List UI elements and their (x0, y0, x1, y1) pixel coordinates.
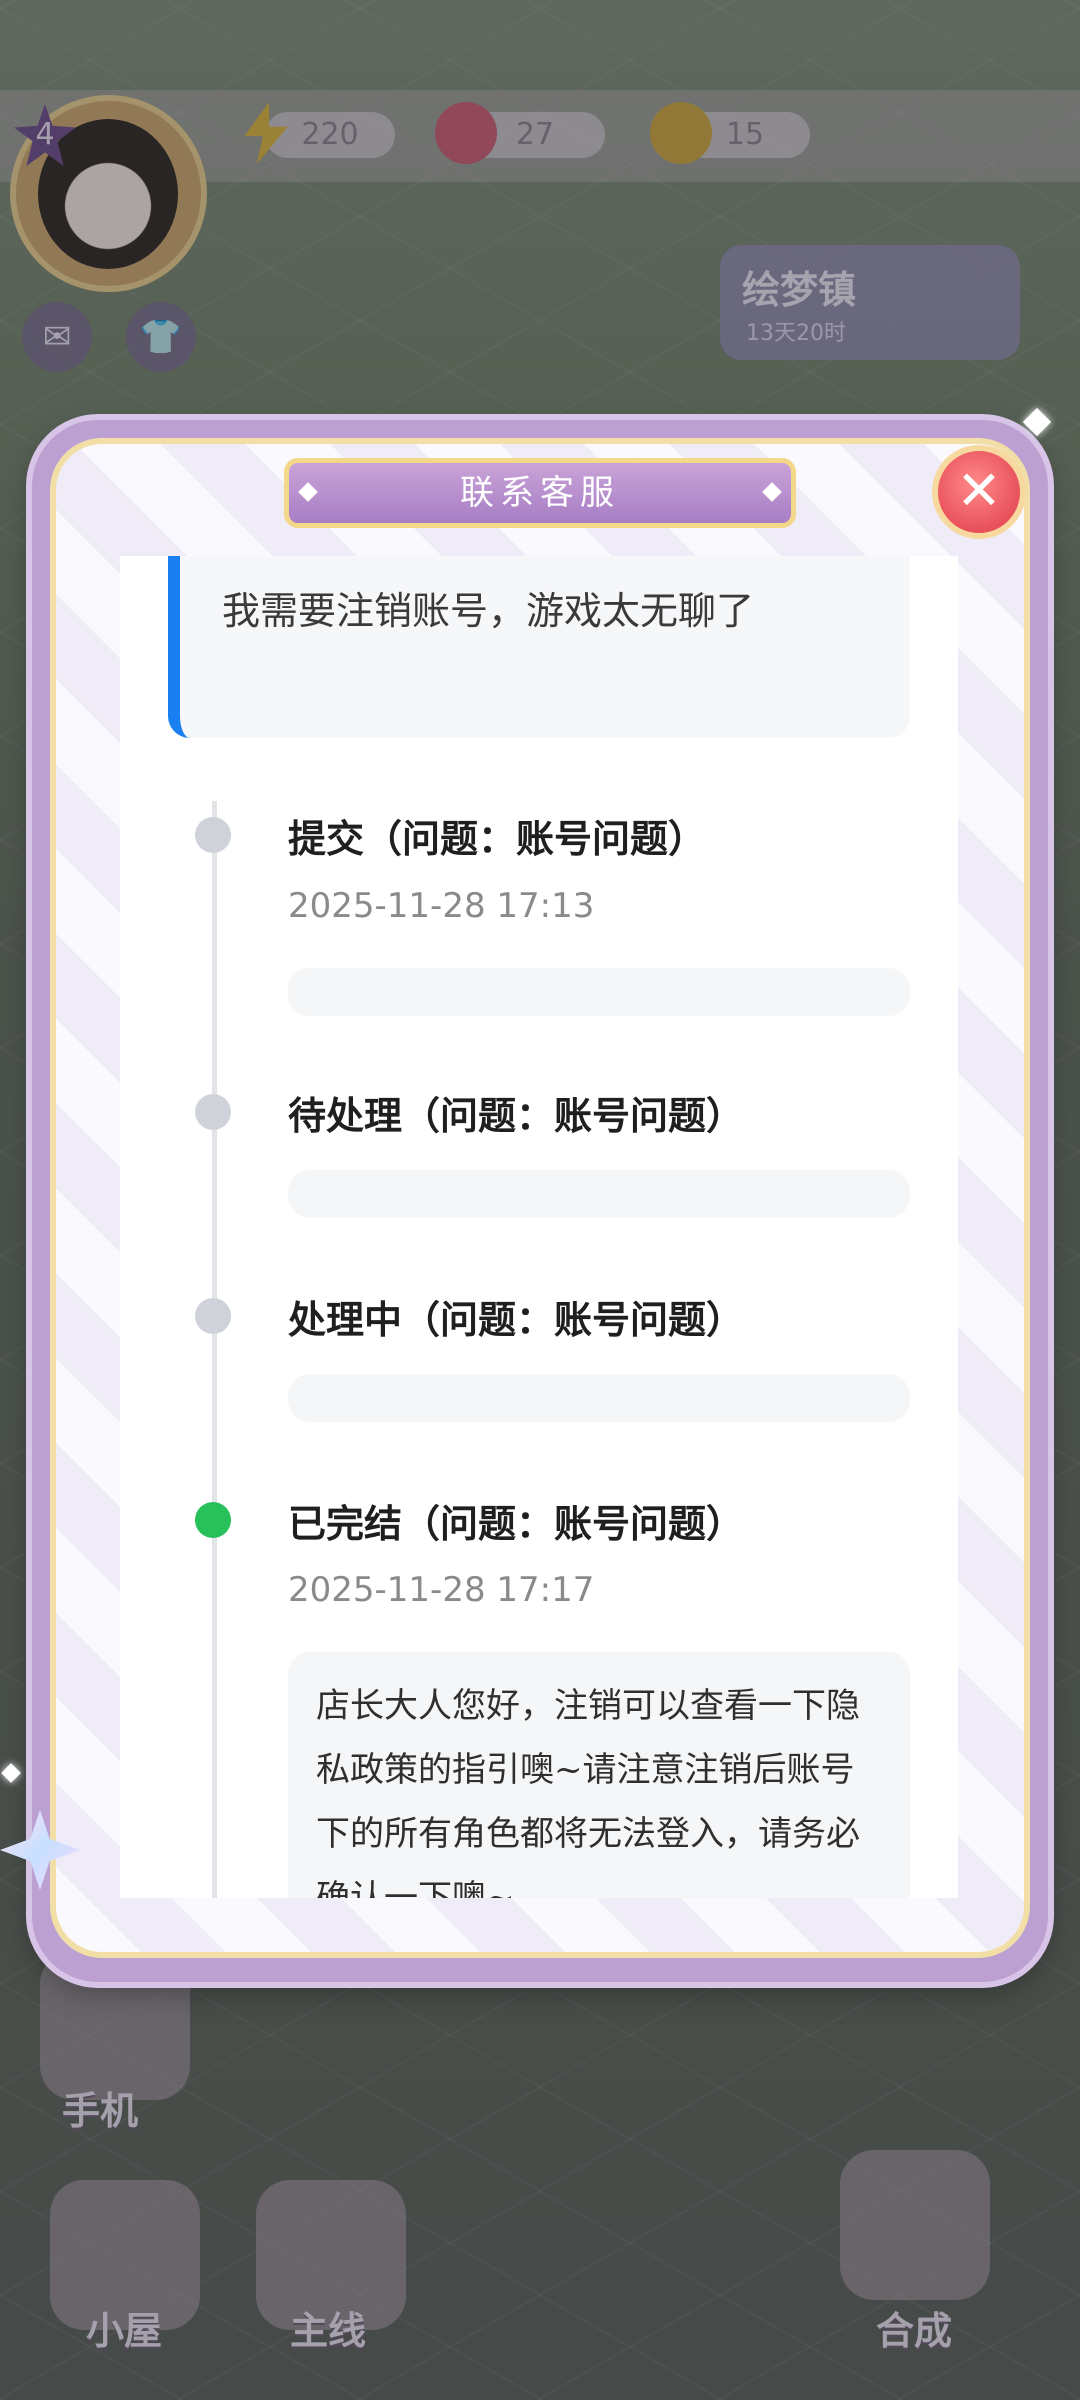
timeline-dot (195, 817, 231, 853)
timeline-event-title: 提交（问题：账号问题） (288, 816, 707, 861)
timeline-dot (195, 1298, 231, 1334)
close-button[interactable]: ✕ (932, 445, 1026, 539)
timeline-event-time: 2025-11-28 17:17 (288, 1570, 595, 1610)
support-reply-text: 店长大人您好，注销可以查看一下隐私政策的指引噢~请注意注销后账号下的所有角色都将… (316, 1686, 860, 1898)
timeline-event-title: 处理中（问题：账号问题） (288, 1297, 745, 1342)
timeline-event-detail (288, 968, 910, 1016)
timeline-event-detail (288, 1374, 910, 1422)
timeline-dot (195, 1094, 231, 1130)
timeline-event-time: 2025-11-28 17:13 (288, 886, 595, 926)
timeline-dot-complete (195, 1502, 231, 1538)
close-icon: ✕ (956, 459, 1002, 522)
user-message-text: 我需要注销账号，游戏太无聊了 (222, 589, 755, 633)
ticket-scroll-area[interactable]: 我需要注销账号，游戏太无聊了 提交（问题：账号问题） 2025-11-28 17… (120, 556, 958, 1898)
support-reply-card: 店长大人您好，注销可以查看一下隐私政策的指引噢~请注意注销后账号下的所有角色都将… (288, 1652, 910, 1898)
timeline-track (212, 801, 217, 1898)
timeline-event-title: 待处理（问题：账号问题） (288, 1093, 745, 1138)
timeline-event-title: 已完结（问题：账号问题） (288, 1501, 745, 1546)
user-message-card: 我需要注销账号，游戏太无聊了 (168, 556, 910, 738)
dialog-title: 联系客服 (284, 458, 796, 528)
timeline-event-detail (288, 1170, 910, 1218)
